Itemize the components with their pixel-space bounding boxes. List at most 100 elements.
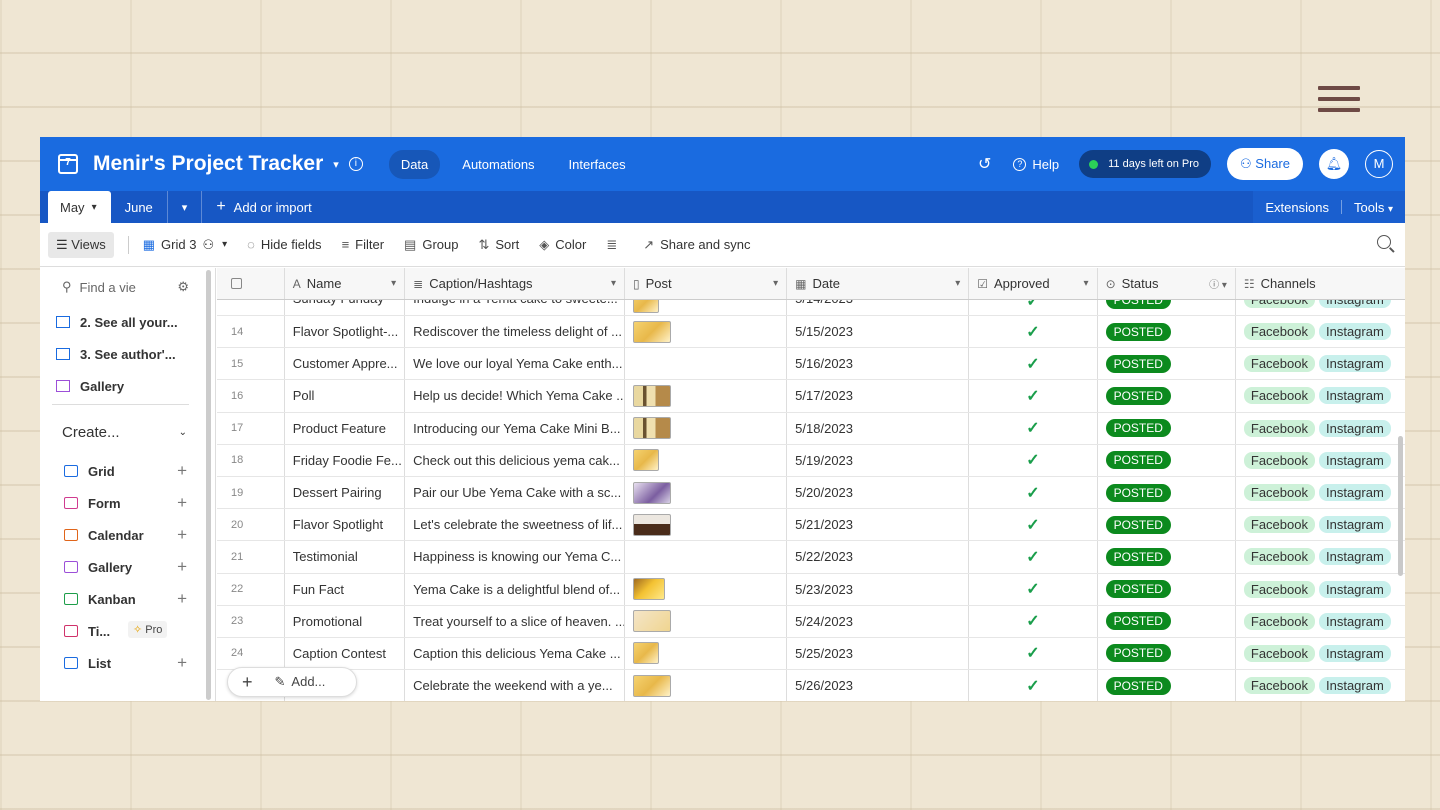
cell-post[interactable] bbox=[625, 412, 788, 444]
chevron-down-icon[interactable]: ▾ bbox=[333, 158, 339, 171]
add-record-plus-icon[interactable]: + bbox=[242, 672, 253, 693]
sidebar-view-see-author[interactable]: 3. See author'... bbox=[40, 338, 215, 370]
cell-post[interactable] bbox=[625, 670, 788, 701]
column-header-caption[interactable]: ≣ Caption/Hashtags ▾ bbox=[405, 268, 625, 299]
create-kanban[interactable]: Kanban + bbox=[40, 583, 215, 615]
cell-date[interactable]: 5/21/2023 bbox=[787, 509, 970, 541]
history-icon[interactable]: ↺ bbox=[978, 154, 991, 174]
sidebar-view-gallery[interactable]: Gallery bbox=[40, 370, 215, 402]
post-thumbnail[interactable] bbox=[633, 674, 671, 697]
column-header-date[interactable]: ▦ Date ▾ bbox=[787, 268, 970, 299]
avatar[interactable]: M bbox=[1365, 150, 1393, 178]
nav-tab-interfaces[interactable]: Interfaces bbox=[557, 150, 638, 179]
cell-caption[interactable]: Happiness is knowing our Yema C... bbox=[405, 541, 625, 573]
cell-name[interactable]: Caption Contest bbox=[285, 637, 406, 670]
cell-status[interactable]: POSTED bbox=[1098, 412, 1236, 444]
chevron-down-icon[interactable]: ▾ bbox=[773, 278, 778, 289]
post-thumbnail[interactable] bbox=[633, 610, 671, 633]
post-thumbnail[interactable] bbox=[633, 513, 671, 536]
cell-status[interactable]: POSTED bbox=[1098, 476, 1236, 509]
group-button[interactable]: ▤ Group bbox=[404, 237, 458, 253]
cell-date[interactable]: 5/17/2023 bbox=[787, 380, 970, 412]
cell-name[interactable]: Flavor Spotlight-... bbox=[285, 316, 406, 348]
cell-name[interactable]: Poll bbox=[285, 380, 406, 412]
cell-post[interactable] bbox=[625, 637, 788, 670]
post-thumbnail[interactable] bbox=[633, 384, 671, 407]
cell-date[interactable]: 5/25/2023 bbox=[787, 637, 970, 670]
chevron-down-icon[interactable]: ▾ bbox=[955, 278, 960, 289]
cell-channels[interactable]: FacebookInstagram bbox=[1236, 300, 1405, 315]
sidebar-view-see-all[interactable]: 2. See all your... bbox=[40, 306, 215, 338]
cell-date[interactable]: 5/20/2023 bbox=[787, 476, 970, 509]
gear-icon[interactable]: ⚙ bbox=[177, 279, 189, 295]
column-header-name[interactable]: A Name ▾ bbox=[285, 268, 406, 299]
post-thumbnail[interactable] bbox=[633, 578, 665, 601]
cell-status[interactable]: POSTED bbox=[1098, 541, 1236, 573]
cell-status[interactable]: POSTED bbox=[1098, 444, 1236, 476]
hamburger-menu-icon[interactable] bbox=[1318, 86, 1360, 116]
view-switcher[interactable]: ▦ Grid 3 ⚇ ▾ bbox=[143, 237, 227, 253]
cell-date[interactable]: 5/23/2023 bbox=[787, 573, 970, 605]
cell-date[interactable]: 5/16/2023 bbox=[787, 348, 970, 380]
cell-approved[interactable]: ✓ bbox=[969, 509, 1098, 541]
color-button[interactable]: ◈ Color bbox=[539, 237, 586, 253]
cell-caption[interactable]: We love our loyal Yema Cake enth... bbox=[405, 348, 625, 380]
create-timeline[interactable]: Ti... ✧ Pro bbox=[40, 615, 215, 647]
cell-status[interactable]: POSTED bbox=[1098, 316, 1236, 348]
cell-name[interactable]: Promotional bbox=[285, 605, 406, 637]
base-title[interactable]: Menir's Project Tracker bbox=[93, 152, 323, 176]
cell-date[interactable]: 5/26/2023 bbox=[787, 670, 970, 701]
column-header-approved[interactable]: ☑ Approved ▾ bbox=[969, 268, 1098, 299]
info-chevron-icon[interactable]: ⓘ ▾ bbox=[1209, 276, 1227, 291]
table-row[interactable]: 19 Dessert Pairing Pair our Ube Yema Cak… bbox=[217, 476, 1405, 510]
search-icon[interactable] bbox=[1377, 235, 1391, 249]
info-icon[interactable]: i bbox=[348, 157, 363, 171]
column-header-channels[interactable]: ☷ Channels bbox=[1236, 268, 1405, 299]
hide-fields-button[interactable]: ◌ Hide fields bbox=[247, 237, 321, 252]
chevron-down-icon[interactable]: ▾ bbox=[611, 278, 616, 289]
cell-caption[interactable]: Yema Cake is a delightful blend of... bbox=[405, 573, 625, 605]
cell-post[interactable] bbox=[625, 605, 788, 637]
cell-date[interactable]: 5/24/2023 bbox=[787, 605, 970, 637]
cell-name[interactable]: Product Feature bbox=[285, 412, 406, 444]
cell-channels[interactable]: FacebookInstagram bbox=[1236, 670, 1405, 701]
cell-approved[interactable]: ✓ bbox=[969, 637, 1098, 670]
cell-channels[interactable]: FacebookInstagram bbox=[1236, 638, 1405, 669]
nav-tab-data[interactable]: Data bbox=[388, 149, 441, 179]
trial-badge[interactable]: 11 days left on Pro bbox=[1079, 150, 1212, 178]
chevron-down-icon[interactable]: ▾ bbox=[1084, 278, 1089, 289]
find-view-input[interactable]: ⚲ Find a vie ⚙ bbox=[40, 268, 215, 306]
cell-post[interactable] bbox=[625, 509, 788, 541]
cell-channels[interactable]: FacebookInstagram bbox=[1236, 413, 1405, 444]
table-row[interactable]: 15 Customer Appre... We love our loyal Y… bbox=[217, 348, 1405, 381]
notifications-bell-icon[interactable]: 🔔︎ bbox=[1319, 149, 1349, 179]
cell-channels[interactable]: FacebookInstagram bbox=[1236, 541, 1405, 572]
cell-post[interactable] bbox=[625, 573, 788, 605]
cell-post[interactable] bbox=[625, 380, 788, 412]
add-with-ai-button[interactable]: ✎ Add... bbox=[275, 674, 326, 690]
table-row[interactable]: 23 Promotional Treat yourself to a slice… bbox=[217, 605, 1405, 638]
extensions-button[interactable]: Extensions bbox=[1265, 200, 1329, 215]
cell-name[interactable]: Fun Fact bbox=[285, 573, 406, 605]
cell-approved[interactable]: ✓ bbox=[969, 605, 1098, 637]
post-thumbnail[interactable] bbox=[633, 449, 659, 472]
cell-channels[interactable]: FacebookInstagram bbox=[1236, 509, 1405, 540]
create-view-section[interactable]: Create... ⌄ bbox=[40, 409, 215, 455]
checkbox[interactable] bbox=[231, 278, 242, 289]
grid-scrollbar[interactable] bbox=[1398, 436, 1403, 576]
cell-approved[interactable]: ✓ bbox=[969, 348, 1098, 380]
help-button[interactable]: ? Help bbox=[1013, 157, 1059, 172]
table-row[interactable]: 20 Flavor Spotlight Let's celebrate the … bbox=[217, 509, 1405, 542]
cell-approved[interactable]: ✓ bbox=[969, 573, 1098, 605]
create-calendar[interactable]: Calendar + bbox=[40, 519, 215, 551]
cell-caption[interactable]: Indulge in a Yema cake to sweete... bbox=[405, 300, 625, 315]
share-sync-button[interactable]: ↗ Share and sync bbox=[643, 237, 750, 253]
cell-caption[interactable]: Introducing our Yema Cake Mini B... bbox=[405, 412, 625, 444]
cell-channels[interactable]: FacebookInstagram bbox=[1236, 477, 1405, 508]
share-button[interactable]: ⚇ Share bbox=[1227, 148, 1303, 180]
cell-status[interactable]: POSTED bbox=[1098, 573, 1236, 605]
cell-caption[interactable]: Rediscover the timeless delight of ... bbox=[405, 316, 625, 348]
cell-status[interactable]: POSTED bbox=[1098, 605, 1236, 637]
cell-approved[interactable]: ✓ bbox=[969, 541, 1098, 573]
cell-approved[interactable]: ✓ bbox=[969, 300, 1098, 315]
